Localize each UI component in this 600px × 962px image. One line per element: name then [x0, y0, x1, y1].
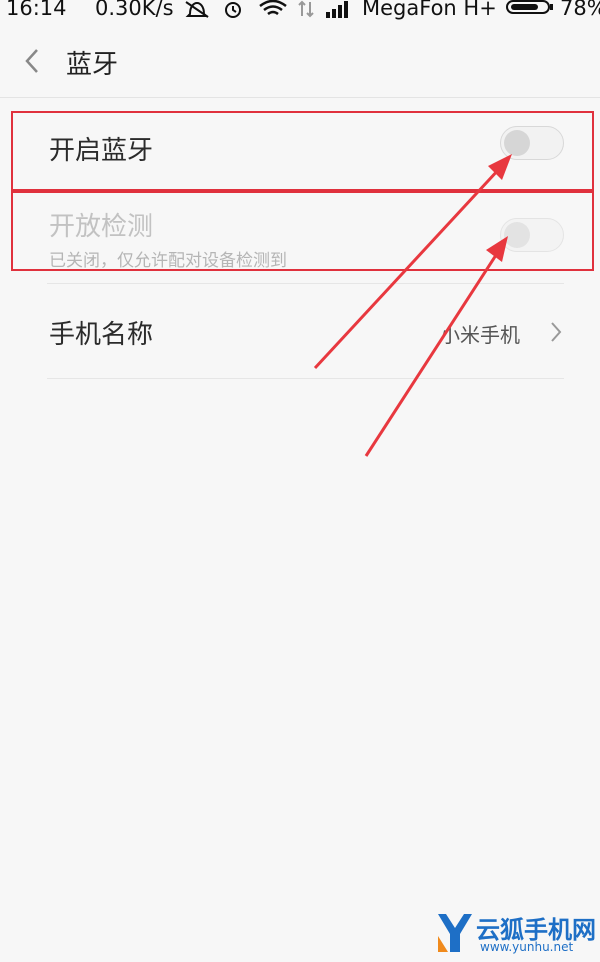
divider: [47, 283, 564, 284]
divider: [47, 378, 564, 379]
mute-icon: [185, 1, 209, 18]
device-name-label: 手机名称: [49, 320, 154, 350]
status-network-speed: 0.30K/s: [95, 0, 174, 20]
watermark-url: www.yunhu.net: [480, 940, 574, 954]
fox-logo-icon: [438, 914, 472, 952]
signal-icon: [326, 1, 348, 18]
wifi-icon: [259, 0, 287, 16]
chevron-left-icon[interactable]: [22, 46, 42, 76]
visibility-toggle-label: 开放检测: [49, 212, 154, 242]
battery-level-fill: [511, 4, 538, 10]
alarm-icon: [225, 2, 241, 18]
bluetooth-toggle-label: 开启蓝牙: [49, 136, 154, 166]
visibility-toggle-row[interactable]: 开放检测 已关闭，仅允许配对设备检测到: [0, 192, 600, 271]
data-transfer-icon: [298, 0, 314, 18]
status-bar: 16:14 0.30K/s MegaFon H+ 78%: [0, 0, 600, 22]
status-carrier: MegaFon H+: [362, 0, 497, 20]
device-name-row[interactable]: 手机名称 小米手机: [0, 286, 600, 378]
page-title: 蓝牙: [66, 50, 119, 80]
visibility-switch[interactable]: [500, 218, 564, 252]
switch-knob: [504, 130, 530, 156]
status-time: 16:14: [6, 0, 67, 20]
watermark: 云狐手机网 www.yunhu.net: [436, 910, 600, 962]
battery-icon: [506, 0, 550, 14]
status-battery-percent: 78%: [560, 0, 600, 20]
bluetooth-toggle-row[interactable]: 开启蓝牙: [0, 110, 600, 190]
device-name-value: 小米手机: [440, 323, 520, 347]
visibility-description: 已关闭，仅允许配对设备检测到: [49, 251, 287, 271]
battery-nub: [550, 4, 553, 10]
app-header: 蓝牙: [0, 22, 600, 98]
switch-knob: [504, 222, 530, 248]
chevron-right-icon: [551, 322, 562, 342]
bluetooth-switch[interactable]: [500, 126, 564, 160]
